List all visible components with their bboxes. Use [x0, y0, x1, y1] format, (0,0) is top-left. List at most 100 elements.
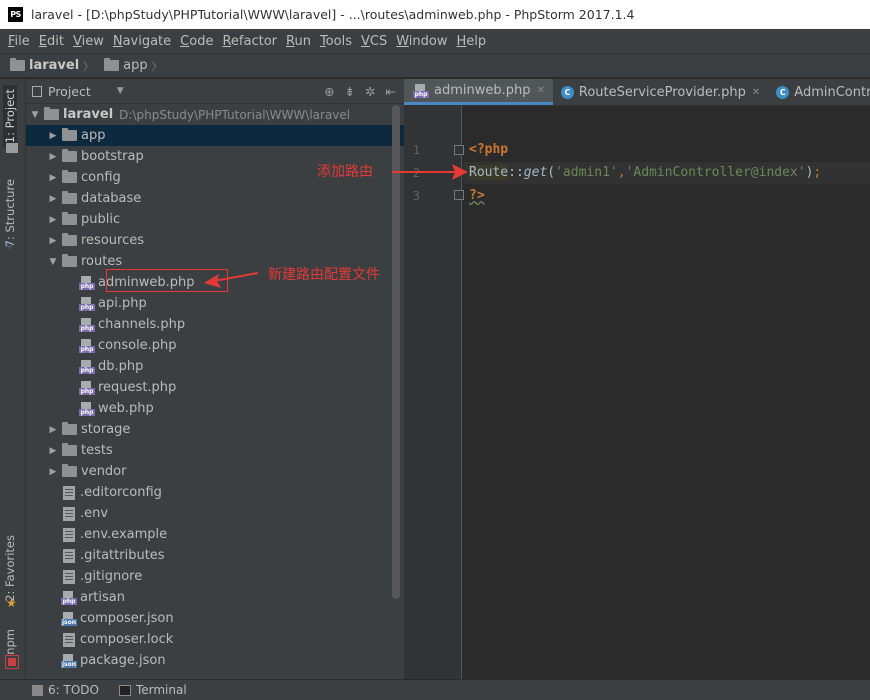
code-editor[interactable]: 1 2 3 <?php Route::get('admin1','AdminCo… [404, 106, 870, 679]
tree-file-package-json[interactable]: json package.json [26, 650, 404, 671]
project-view-icon [32, 85, 42, 97]
tree-folder-public[interactable]: ▶ public [26, 209, 404, 230]
code-line-2: Route::get('admin1','AdminController@ind… [469, 165, 822, 180]
tree-folder-storage[interactable]: ▶ storage [26, 419, 404, 440]
text-file-icon [63, 569, 75, 584]
tree-file-console-php[interactable]: php console.php [26, 335, 404, 356]
phpstorm-logo-icon: PS [8, 7, 23, 22]
php-file-icon: php [413, 83, 429, 98]
tree-folder-app[interactable]: ▶ app [26, 125, 404, 146]
text-file-icon [63, 485, 75, 500]
folder-icon [62, 191, 77, 204]
menu-item[interactable]: Tools [316, 34, 356, 49]
todo-tool-button[interactable]: 6: TODO [32, 683, 99, 697]
tree-folder-resources[interactable]: ▶ resources [26, 230, 404, 251]
tree-root-laravel[interactable]: ▼ laravel D:\phpStudy\PHPTutorial\WWW\lara… [26, 104, 404, 125]
tree-file-env-example[interactable]: .env.example [26, 524, 404, 545]
menu-item[interactable]: Edit [35, 34, 68, 49]
tree-file-env[interactable]: .env [26, 503, 404, 524]
window-title: laravel - [D:\phpStudy\PHPTutorial\WWW\l… [31, 7, 635, 22]
collapsed-arrow-icon[interactable]: ▶ [46, 446, 60, 456]
project-tree: ▼ laravel D:\phpStudy\PHPTutorial\WWW\lara… [26, 104, 404, 671]
todo-icon [32, 684, 43, 696]
hide-panel-icon[interactable]: ⇤ [386, 84, 396, 99]
project-toolbar: ⊕ ⇟ ✲ ⇤ [324, 84, 404, 99]
tree-file-request-php[interactable]: php request.php [26, 377, 404, 398]
collapsed-arrow-icon[interactable]: ▶ [46, 215, 60, 225]
php-file-icon: php [79, 359, 95, 374]
editor-gutter: 1 2 3 [404, 106, 464, 679]
close-tab-icon[interactable]: ✕ [537, 85, 545, 96]
chevron-right-icon: 〉 [83, 59, 95, 73]
php-file-icon: php [79, 401, 95, 416]
collapse-all-icon[interactable]: ⇟ [345, 84, 355, 99]
tree-folder-vendor[interactable]: ▶ vendor [26, 461, 404, 482]
expanded-arrow-icon[interactable]: ▼ [46, 257, 60, 267]
collapsed-arrow-icon[interactable]: ▶ [46, 194, 60, 204]
collapsed-arrow-icon[interactable]: ▶ [46, 467, 60, 477]
project-view-selector[interactable]: Project [48, 84, 91, 99]
menu-item[interactable]: View [69, 34, 108, 49]
tree-file-editorconfig[interactable]: .editorconfig [26, 482, 404, 503]
editor-tab[interactable]: php adminweb.php ✕ [404, 79, 553, 105]
annotation-add-route: 添加路由 [317, 164, 373, 180]
folder-icon [62, 233, 77, 246]
menu-item[interactable]: Help [453, 34, 491, 49]
expanded-arrow-icon[interactable]: ▼ [28, 110, 42, 120]
gear-icon[interactable]: ✲ [365, 84, 375, 99]
tool-tab-project[interactable]: 1: Project [3, 85, 17, 148]
collapsed-arrow-icon[interactable]: ▶ [46, 131, 60, 141]
php-file-icon: php [79, 338, 95, 353]
fold-marker-icon[interactable] [454, 145, 464, 155]
class-icon: C [776, 85, 790, 99]
annotation-new-route-file: 新建路由配置文件 [268, 267, 380, 283]
code-line-3: ?> [469, 188, 485, 203]
text-file-icon [63, 527, 75, 542]
menu-item[interactable]: Refactor [218, 34, 281, 49]
collapsed-arrow-icon[interactable]: ▶ [46, 425, 60, 435]
tool-tab-favorites[interactable]: 2: Favorites [3, 531, 17, 606]
menu-item[interactable]: File [4, 34, 34, 49]
chevron-down-icon[interactable]: ▼ [117, 86, 124, 96]
tree-scrollbar[interactable] [392, 105, 400, 599]
tree-file-artisan[interactable]: php artisan [26, 587, 404, 608]
menu-item[interactable]: VCS [357, 34, 391, 49]
structure-icon: ⑂ [6, 239, 14, 253]
close-tab-icon[interactable]: ✕ [752, 87, 760, 98]
menu-bar: File Edit View Navigate Code Refactor Run Tools… [0, 29, 870, 53]
breadcrumb-item-laravel[interactable]: laravel 〉 [8, 58, 98, 74]
terminal-tool-button[interactable]: Terminal [118, 683, 187, 697]
tool-tab-npm[interactable]: npm [3, 625, 17, 659]
breadcrumb-item-app[interactable]: app 〉 [102, 58, 166, 74]
folder-icon [62, 149, 77, 162]
tree-file-gitattributes[interactable]: .gitattributes [26, 545, 404, 566]
collapsed-arrow-icon[interactable]: ▶ [46, 152, 60, 162]
tree-file-db-php[interactable]: php db.php [26, 356, 404, 377]
tree-file-web-php[interactable]: php web.php [26, 398, 404, 419]
locate-icon[interactable]: ⊕ [324, 84, 334, 99]
tree-file-composer-json[interactable]: json composer.json [26, 608, 404, 629]
tree-file-api-php[interactable]: php api.php [26, 293, 404, 314]
collapsed-arrow-icon[interactable]: ▶ [46, 236, 60, 246]
terminal-icon [118, 684, 131, 696]
menu-item[interactable]: Window [392, 34, 451, 49]
chevron-right-icon: 〉 [151, 59, 163, 73]
menu-item[interactable]: Navigate [109, 34, 175, 49]
fold-marker-icon[interactable] [454, 190, 464, 200]
folder-icon [62, 443, 77, 456]
editor-tab[interactable]: CAdminController.p [768, 79, 870, 105]
tree-file-channels-php[interactable]: php channels.php [26, 314, 404, 335]
editor-tabs: php adminweb.php ✕ C RouteServiceProvider.ph… [404, 79, 870, 106]
project-panel-header: Project ▼ ⊕ ⇟ ✲ ⇤ [26, 79, 404, 104]
collapsed-arrow-icon[interactable]: ▶ [46, 173, 60, 183]
tree-folder-tests[interactable]: ▶ tests [26, 440, 404, 461]
menu-item[interactable]: Run [282, 34, 315, 49]
menu-item[interactable]: Code [176, 34, 217, 49]
php-file-icon: php [61, 590, 77, 605]
editor-tab[interactable]: C RouteServiceProvider.php ✕ [553, 79, 768, 105]
tree-file-composer-lock[interactable]: composer.lock [26, 629, 404, 650]
status-bar: 6: TODO Terminal [0, 679, 870, 700]
tree-file-gitignore[interactable]: .gitignore [26, 566, 404, 587]
text-file-icon [63, 548, 75, 563]
tree-folder-database[interactable]: ▶ database [26, 188, 404, 209]
